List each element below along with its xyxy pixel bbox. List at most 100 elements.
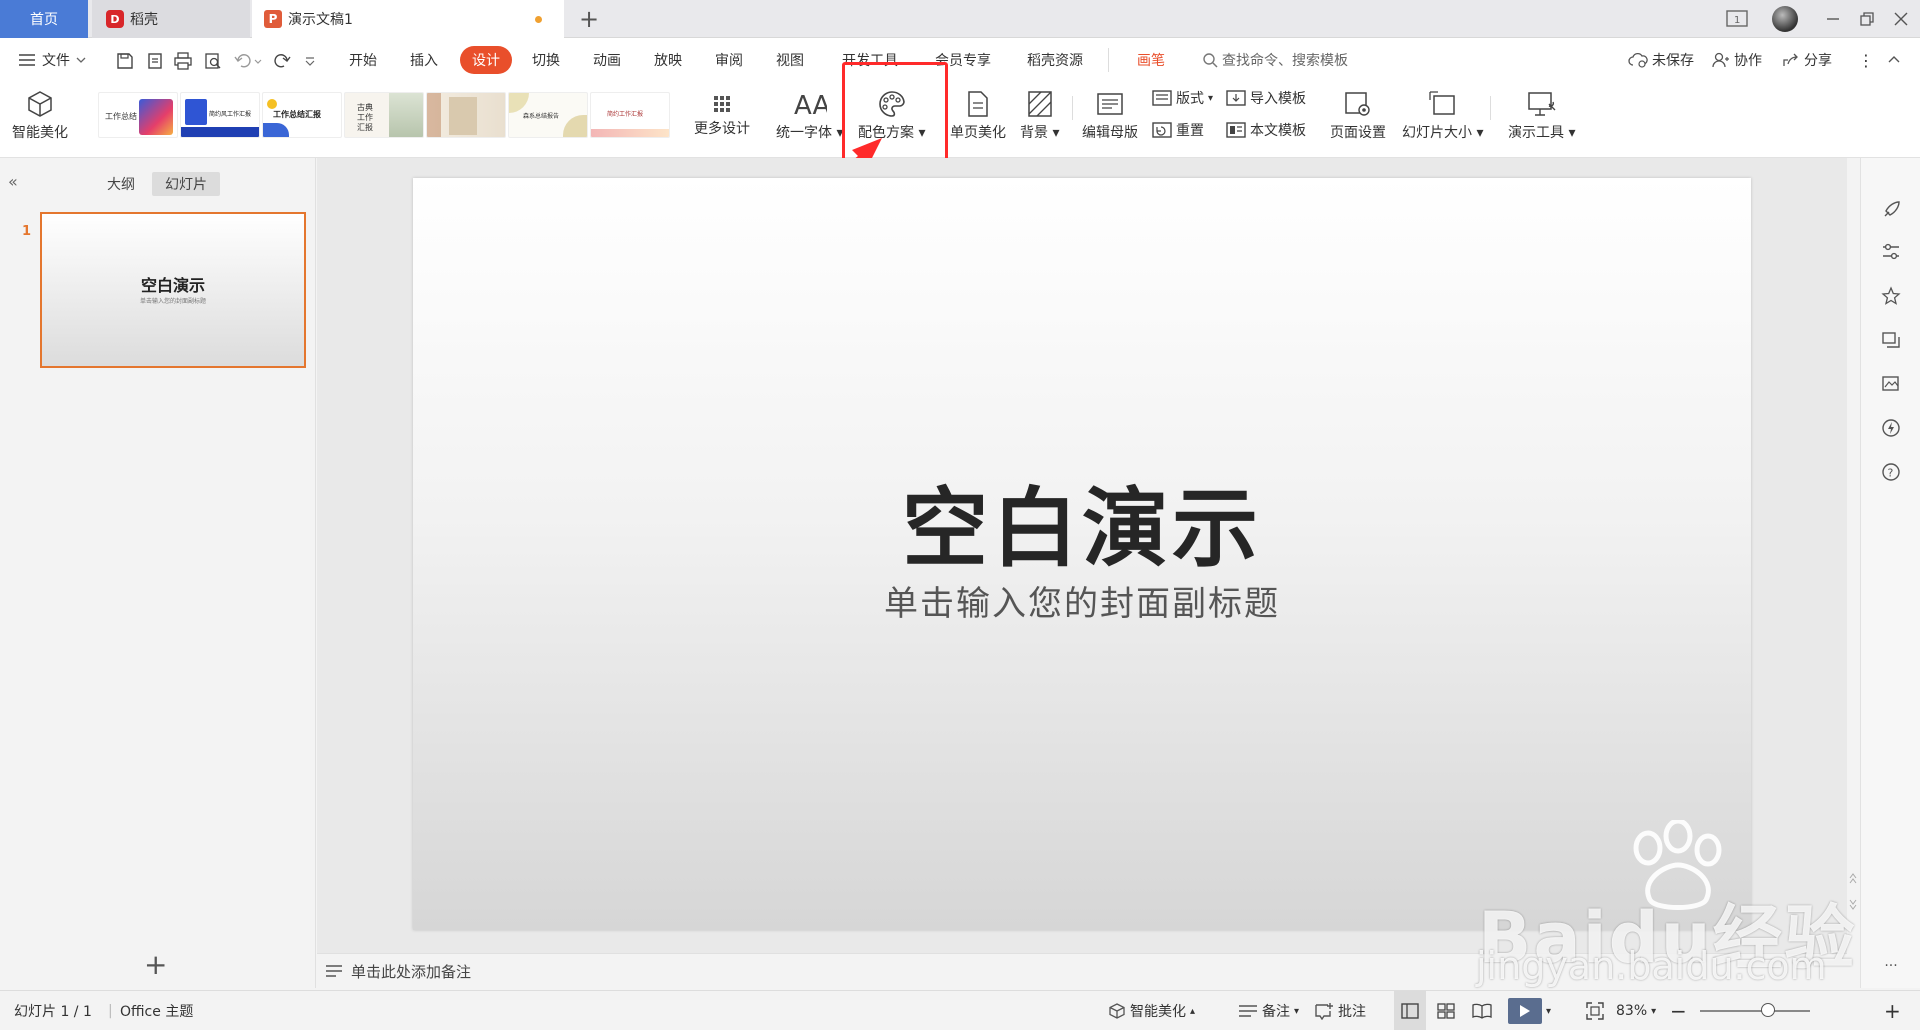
presentation-tools-icon bbox=[1527, 86, 1557, 122]
slide-panel: « 大纲 幻灯片 1 空白演示 单击输入您的封面副标题 + bbox=[0, 158, 316, 988]
undo-icon[interactable] bbox=[232, 50, 264, 72]
slide-subtitle[interactable]: 单击输入您的封面副标题 bbox=[413, 576, 1751, 625]
smart-beautify-button[interactable]: 智能美化 bbox=[12, 86, 68, 142]
template-thumb-4[interactable]: 古典工作汇报 bbox=[344, 92, 424, 138]
this-template-button[interactable]: 本文模板 bbox=[1226, 120, 1306, 140]
sorter-view-button[interactable] bbox=[1430, 991, 1462, 1030]
cloud-icon bbox=[1628, 52, 1648, 68]
page-icon bbox=[966, 86, 990, 122]
page-setup-icon bbox=[1343, 86, 1373, 122]
settings-sliders-icon[interactable] bbox=[1879, 240, 1903, 264]
user-avatar[interactable] bbox=[1768, 0, 1802, 38]
flash-icon[interactable] bbox=[1879, 416, 1903, 440]
restore-button[interactable] bbox=[1850, 0, 1884, 38]
title-bar: 首页 D 稻壳 P 演示文稿1 + 1 bbox=[0, 0, 1920, 38]
book-icon bbox=[1472, 1003, 1492, 1019]
status-notes-button[interactable]: 备注 ▾ bbox=[1238, 991, 1299, 1030]
menu-review[interactable]: 审阅 bbox=[715, 46, 743, 74]
zoom-slider[interactable] bbox=[1700, 991, 1810, 1030]
slide-size-button[interactable]: 幻灯片大小 ▾ bbox=[1402, 86, 1483, 142]
template-thumb-3[interactable]: 工作总结汇报 bbox=[262, 92, 342, 138]
presentation-logo-icon: P bbox=[264, 10, 282, 28]
layout-button[interactable]: 版式 ▾ bbox=[1152, 88, 1213, 108]
redo-icon[interactable] bbox=[272, 50, 294, 72]
collapse-panel-icon[interactable]: « bbox=[8, 172, 18, 191]
menu-insert[interactable]: 插入 bbox=[410, 46, 438, 74]
slide-number: 1 bbox=[22, 224, 32, 239]
background-button[interactable]: 背景 ▾ bbox=[1020, 86, 1059, 142]
window-count-icon[interactable]: 1 bbox=[1722, 0, 1752, 38]
theme-name[interactable]: Office 主题 bbox=[120, 991, 193, 1030]
grid-view-icon bbox=[1437, 1003, 1455, 1019]
rocket-icon[interactable] bbox=[1879, 198, 1903, 222]
minimize-button[interactable] bbox=[1816, 0, 1850, 38]
collaborate-button[interactable]: 协作 bbox=[1712, 46, 1762, 74]
tab-home[interactable]: 首页 bbox=[0, 0, 88, 38]
single-page-beautify-button[interactable]: 单页美化 bbox=[950, 86, 1006, 142]
image-edit-icon[interactable] bbox=[1879, 372, 1903, 396]
command-search[interactable]: 查找命令、搜索模板 bbox=[1202, 46, 1348, 74]
template-thumb-5[interactable] bbox=[426, 92, 506, 138]
edit-master-button[interactable]: 编辑母版 bbox=[1082, 86, 1138, 142]
slide-thumbnail[interactable]: 空白演示 单击输入您的封面副标题 bbox=[40, 212, 306, 368]
tab-daoke[interactable]: D 稻壳 bbox=[92, 0, 250, 38]
background-icon bbox=[1027, 86, 1053, 122]
close-window-button[interactable] bbox=[1884, 0, 1918, 38]
cube-icon bbox=[1109, 1003, 1125, 1019]
presentation-tools-button[interactable]: 演示工具 ▾ bbox=[1508, 86, 1575, 142]
zoom-in-button[interactable]: + bbox=[1884, 991, 1901, 1030]
outline-tab[interactable]: 大纲 bbox=[100, 172, 142, 196]
template-thumb-7[interactable]: 简约工作汇报 bbox=[590, 92, 670, 138]
watermark: Baidu经验 jingyan.baidu.com bbox=[1470, 820, 1910, 990]
zoom-level[interactable]: 83% ▾ bbox=[1616, 991, 1656, 1030]
unsaved-status[interactable]: 未保存 bbox=[1628, 46, 1694, 74]
save-icon[interactable] bbox=[114, 50, 136, 72]
status-divider: | bbox=[108, 1003, 113, 1019]
menu-animation[interactable]: 动画 bbox=[593, 46, 621, 74]
cube-icon bbox=[25, 86, 55, 122]
menu-design[interactable]: 设计 bbox=[460, 46, 512, 74]
print-icon[interactable] bbox=[172, 50, 194, 72]
slide[interactable]: 空白演示 单击输入您的封面副标题 bbox=[413, 178, 1751, 930]
fit-window-icon[interactable] bbox=[1586, 991, 1604, 1030]
reading-view-button[interactable] bbox=[1466, 991, 1498, 1030]
share-icon bbox=[1783, 53, 1798, 66]
normal-view-button[interactable] bbox=[1394, 991, 1426, 1030]
status-comments-button[interactable]: 批注 bbox=[1314, 991, 1366, 1030]
svg-text:1: 1 bbox=[1734, 15, 1740, 26]
zoom-out-button[interactable]: − bbox=[1670, 991, 1687, 1030]
tab-document[interactable]: P 演示文稿1 bbox=[252, 0, 564, 38]
page-setup-button[interactable]: 页面设置 bbox=[1330, 86, 1386, 142]
menu-brush[interactable]: 画笔 bbox=[1137, 46, 1165, 74]
template-thumb-1[interactable]: 工作总结 bbox=[98, 92, 178, 138]
comment-icon bbox=[1315, 1003, 1333, 1020]
design-ribbon: 智能美化 工作总结 简约风工作汇报 工作总结汇报 古典工作汇报 森系总结报告 简… bbox=[0, 82, 1920, 158]
more-options-icon[interactable]: ⋮ bbox=[1858, 46, 1874, 74]
share-button[interactable]: 分享 bbox=[1782, 46, 1832, 74]
menu-daoke-resources[interactable]: 稻壳资源 bbox=[1027, 46, 1083, 74]
star-icon[interactable] bbox=[1879, 284, 1903, 308]
transition-icon[interactable] bbox=[1879, 328, 1903, 352]
quick-access-more-icon[interactable] bbox=[302, 50, 318, 72]
import-template-button[interactable]: 导入模板 bbox=[1226, 88, 1306, 108]
add-slide-button[interactable]: + bbox=[144, 948, 167, 981]
menu-separator bbox=[1108, 48, 1109, 72]
play-slideshow-button[interactable]: ▾ bbox=[1508, 991, 1556, 1030]
status-smart-beautify[interactable]: 智能美化 ▴ bbox=[1108, 991, 1195, 1030]
menu-transition[interactable]: 切换 bbox=[532, 46, 560, 74]
template-thumb-6[interactable]: 森系总结报告 bbox=[508, 92, 588, 138]
menu-start[interactable]: 开始 bbox=[349, 46, 377, 74]
new-tab-button[interactable]: + bbox=[574, 4, 604, 34]
help-icon[interactable]: ? bbox=[1879, 460, 1903, 484]
reset-button[interactable]: 重置 bbox=[1152, 120, 1204, 140]
export-pdf-icon[interactable] bbox=[144, 50, 166, 72]
file-menu[interactable]: 文件 bbox=[18, 46, 86, 74]
template-thumb-2[interactable]: 简约风工作汇报 bbox=[180, 92, 260, 138]
print-preview-icon[interactable] bbox=[202, 50, 224, 72]
slides-tab[interactable]: 幻灯片 bbox=[152, 172, 220, 196]
zoom-slider-knob[interactable] bbox=[1761, 1003, 1776, 1017]
collapse-ribbon-icon[interactable] bbox=[1888, 46, 1900, 74]
slide-title[interactable]: 空白演示 bbox=[413, 458, 1751, 583]
menu-slideshow[interactable]: 放映 bbox=[654, 46, 682, 74]
menu-view[interactable]: 视图 bbox=[776, 46, 804, 74]
